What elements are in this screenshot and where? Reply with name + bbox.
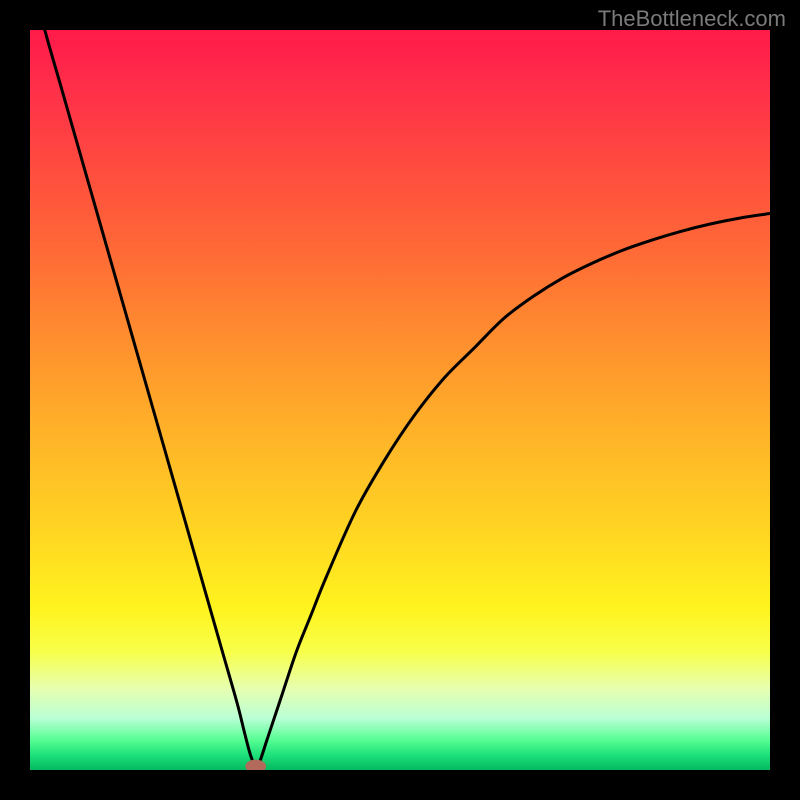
curve-layer [30,30,770,770]
watermark-text: TheBottleneck.com [598,6,786,32]
chart-container: TheBottleneck.com [0,0,800,800]
bottleneck-curve [30,30,770,767]
optimum-marker [245,760,266,770]
plot-area [30,30,770,770]
